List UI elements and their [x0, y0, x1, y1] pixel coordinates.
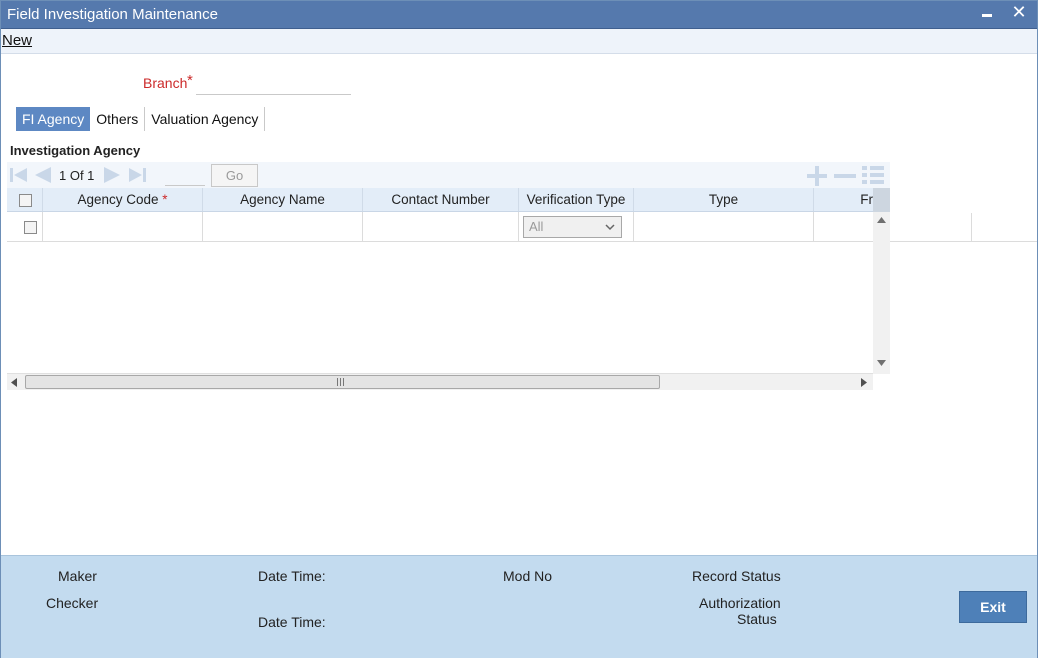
grid-header: Agency Code * Agency Name Contact Number… [7, 188, 890, 212]
column-label: Agency Code [77, 192, 159, 207]
column-label: Verification Type [526, 192, 626, 207]
next-page-icon[interactable] [102, 166, 122, 184]
contact-number-cell[interactable] [363, 212, 519, 242]
branch-required-mark: * [187, 72, 193, 89]
chevron-down-icon [605, 224, 615, 231]
column-header-fr[interactable]: Fr [814, 188, 873, 211]
maker-label: Maker [58, 568, 97, 584]
column-header-agency-code[interactable]: Agency Code * [43, 188, 203, 211]
horizontal-scrollbar[interactable] [7, 373, 873, 390]
authorization-label: Authorization [699, 595, 781, 611]
vertical-scroll-thumb[interactable] [873, 188, 890, 212]
tab-bar: FI Agency Others Valuation Agency [16, 107, 266, 132]
maintenance-window: Field Investigation Maintenance ✕ New Br… [0, 0, 1038, 658]
go-button[interactable]: Go [211, 164, 258, 187]
scroll-down-icon[interactable] [877, 360, 886, 366]
page-indicator: 1 Of 1 [59, 168, 95, 183]
title-bar: Field Investigation Maintenance ✕ [1, 1, 1037, 29]
section-title: Investigation Agency [10, 143, 141, 158]
vertical-scrollbar[interactable] [873, 188, 890, 374]
minimize-icon[interactable] [982, 14, 992, 17]
window-title: Field Investigation Maintenance [7, 6, 218, 23]
grid-body: All [7, 212, 890, 242]
column-header-contact-number[interactable]: Contact Number [363, 188, 519, 211]
audit-footer: Maker Checker Date Time: Date Time: Mod … [1, 555, 1037, 658]
branch-label: Branch [143, 75, 188, 91]
tab-fi-agency[interactable]: FI Agency [16, 107, 91, 131]
last-page-icon[interactable] [127, 166, 147, 184]
new-menu-item[interactable]: New [2, 32, 32, 49]
required-mark: * [162, 192, 168, 207]
branch-input[interactable] [196, 73, 351, 95]
agency-name-cell[interactable] [203, 212, 363, 242]
agency-code-cell[interactable] [43, 212, 203, 242]
grip-icon [337, 378, 344, 386]
row-checkbox[interactable] [24, 221, 37, 234]
delete-row-icon[interactable] [833, 166, 857, 186]
first-page-icon[interactable] [9, 166, 29, 184]
column-header-verification-type[interactable]: Verification Type [519, 188, 634, 211]
authorization-status-label: Status [737, 611, 777, 627]
menu-bar: New [1, 29, 1037, 54]
fr-cell[interactable] [814, 212, 873, 242]
close-icon[interactable]: ✕ [1009, 2, 1029, 24]
verification-type-select[interactable]: All [523, 216, 622, 238]
select-all-checkbox[interactable] [19, 194, 32, 207]
column-label: Agency Name [240, 192, 325, 207]
previous-page-icon[interactable] [33, 166, 53, 184]
record-status-label: Record Status [692, 568, 781, 584]
row-divider [890, 241, 1037, 242]
checker-label: Checker [46, 595, 99, 611]
grid-toolbar: 1 Of 1 Go [7, 162, 890, 188]
horizontal-scroll-thumb[interactable] [25, 375, 660, 389]
column-label: Contact Number [391, 192, 490, 207]
selected-value: All [529, 219, 544, 234]
scroll-up-icon[interactable] [877, 217, 886, 223]
column-header-type[interactable]: Type [634, 188, 814, 211]
column-label: Type [708, 192, 739, 207]
mod-no-label: Mod No [503, 568, 553, 584]
row-select-cell [7, 212, 43, 242]
tab-others[interactable]: Others [90, 107, 146, 131]
tab-valuation-agency[interactable]: Valuation Agency [145, 107, 266, 131]
scroll-right-icon[interactable] [861, 378, 867, 387]
column-label: Fr [860, 192, 873, 207]
exit-button[interactable]: Exit [959, 591, 1027, 623]
add-row-icon[interactable] [805, 166, 829, 186]
single-view-icon[interactable] [860, 164, 886, 186]
checker-date-time-label: Date Time: [258, 614, 326, 630]
select-all-cell [7, 188, 43, 211]
type-cell[interactable] [634, 212, 814, 242]
scroll-left-icon[interactable] [11, 378, 17, 387]
column-header-agency-name[interactable]: Agency Name [203, 188, 363, 211]
investigation-agency-grid: 1 Of 1 Go Agency Code * Agency Name Cont… [7, 162, 890, 390]
row-divider [971, 213, 972, 241]
page-number-input[interactable] [165, 166, 205, 186]
maker-date-time-label: Date Time: [258, 568, 326, 584]
